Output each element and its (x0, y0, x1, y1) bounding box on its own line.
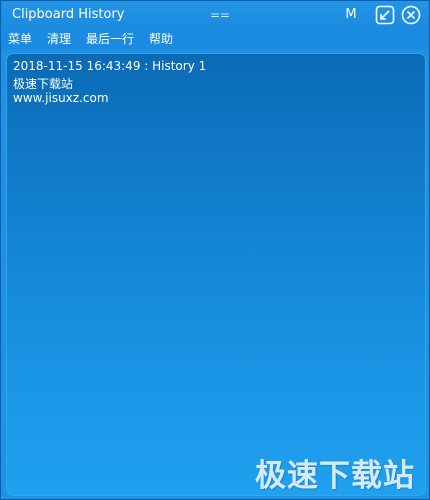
history-list[interactable]: 2018-11-15 16:43:49 : History 1 极速下载站 ww… (6, 53, 426, 496)
menu-item-menu[interactable]: 菜单 (8, 30, 32, 47)
history-entry-line[interactable]: www.jisuxz.com (13, 91, 109, 105)
menu-item-help[interactable]: 帮助 (149, 30, 173, 47)
history-entry-header[interactable]: 2018-11-15 16:43:49 : History 1 (13, 59, 206, 73)
clipboard-history-window: Clipboard History == M 菜单 清理 最后一行 帮助 201… (0, 0, 430, 500)
window-title: Clipboard History (12, 7, 125, 22)
menu-item-clear[interactable]: 清理 (47, 30, 71, 47)
m-button[interactable]: M (343, 7, 359, 23)
menu-bar: 菜单 清理 最后一行 帮助 (1, 29, 429, 49)
pin-icon[interactable] (375, 5, 395, 25)
title-bar[interactable]: Clipboard History == M (1, 1, 429, 29)
close-icon[interactable] (401, 5, 421, 25)
menu-item-last-line[interactable]: 最后一行 (86, 30, 134, 47)
history-entry-line[interactable]: 极速下载站 (13, 75, 73, 92)
watermark-logo: 极速下载站 (255, 458, 415, 494)
drag-handle[interactable]: == (210, 8, 230, 22)
